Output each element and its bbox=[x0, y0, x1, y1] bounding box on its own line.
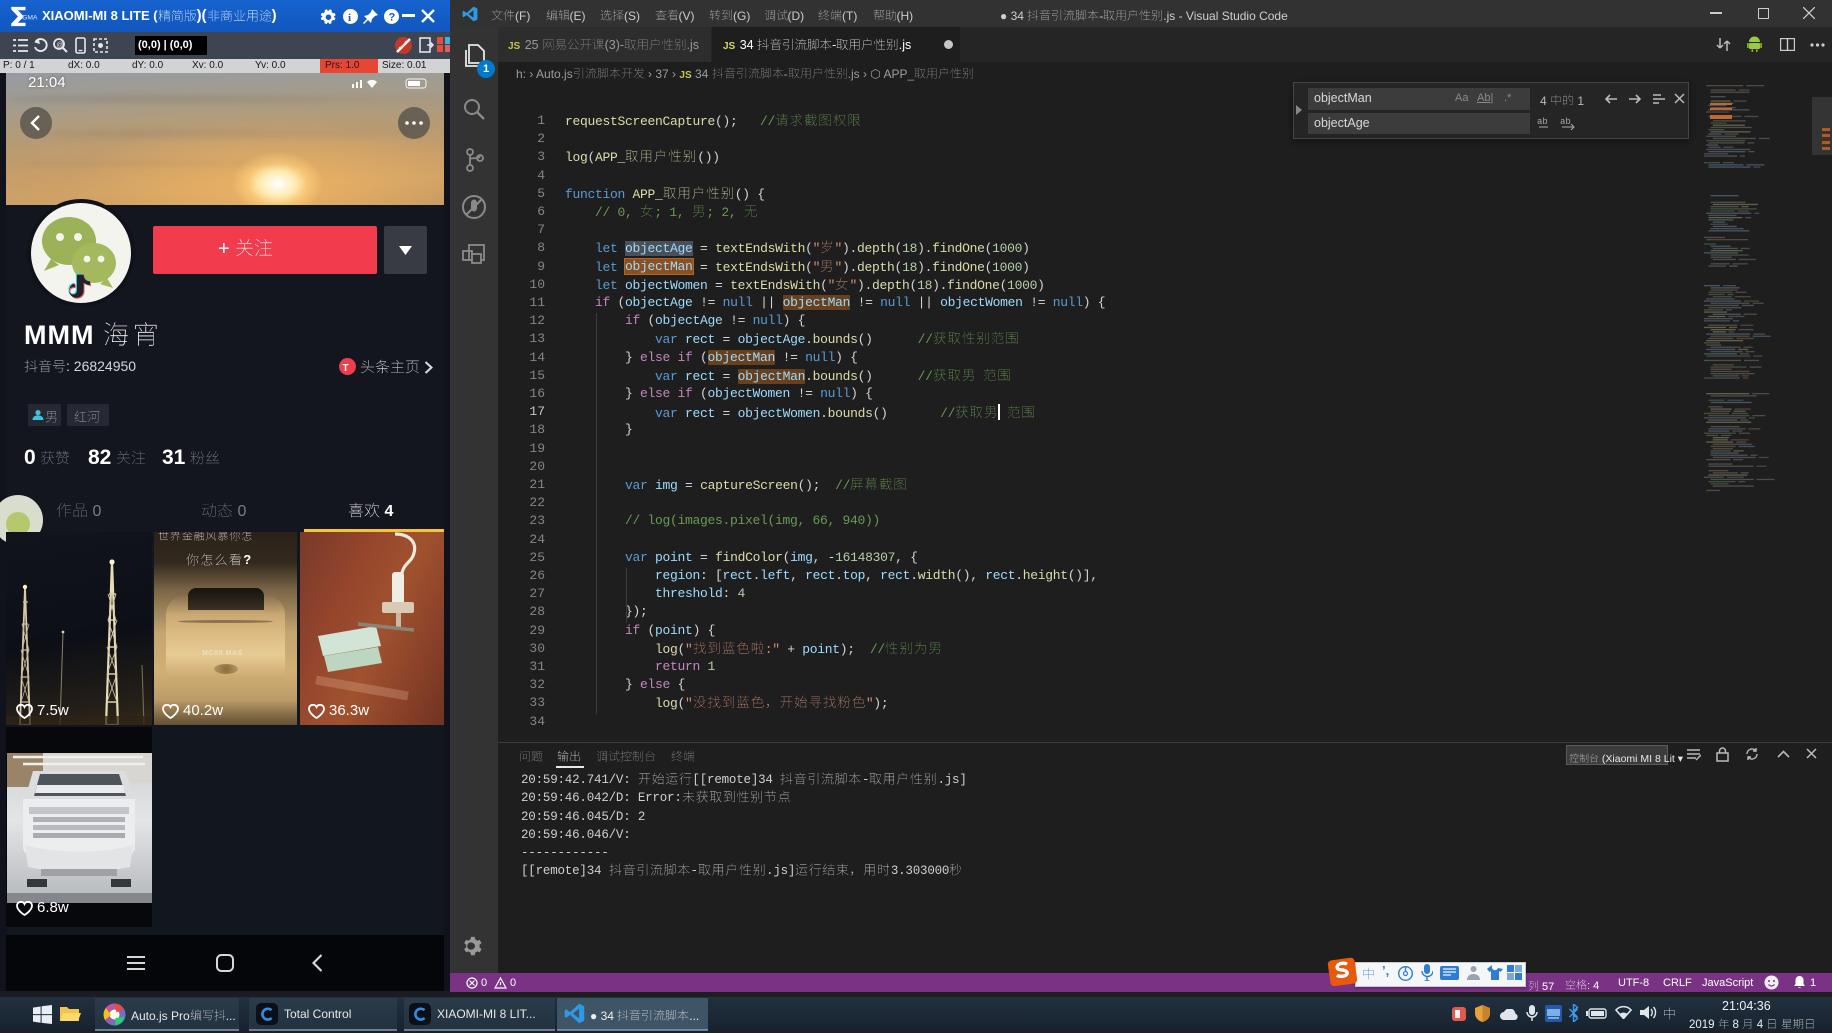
svg-text:ab: ab bbox=[1560, 117, 1571, 127]
svg-text:i: i bbox=[348, 12, 351, 24]
svg-text:?: ? bbox=[389, 12, 396, 24]
svg-text:T: T bbox=[343, 363, 349, 374]
svg-text:@: @ bbox=[57, 42, 64, 49]
svg-text:ab: ab bbox=[1537, 117, 1548, 127]
svg-text:GMA: GMA bbox=[22, 14, 38, 21]
